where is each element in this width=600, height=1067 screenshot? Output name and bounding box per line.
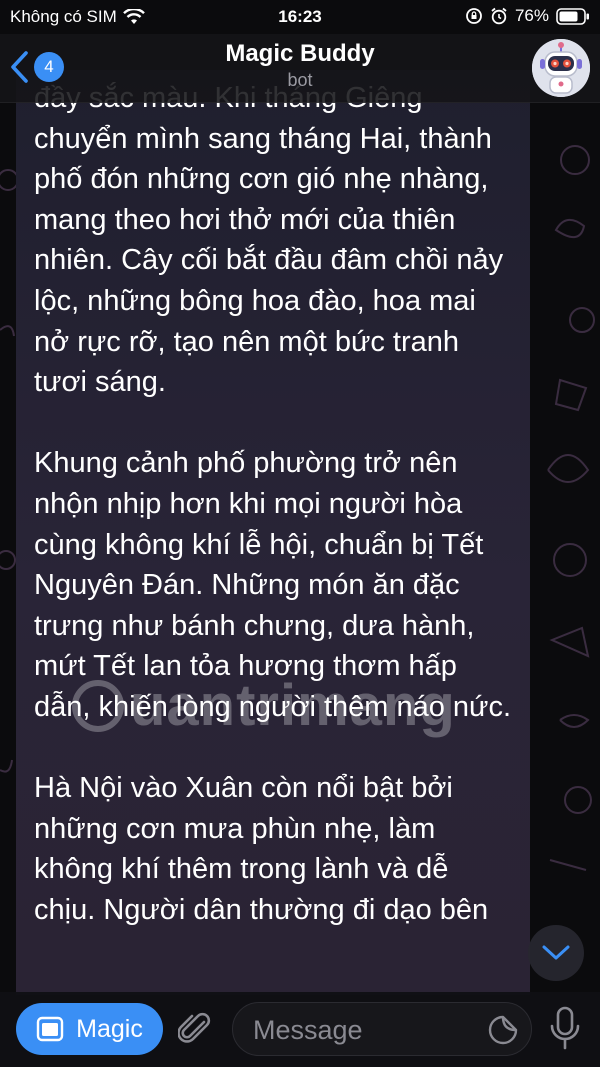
input-bar: Magic [0, 992, 600, 1067]
attach-button[interactable] [177, 1010, 214, 1053]
carrier-label: Không có SIM [10, 7, 117, 26]
chevron-left-icon [11, 51, 28, 83]
sticker-button[interactable] [487, 1014, 519, 1051]
chevron-down-icon [542, 945, 570, 960]
voice-record-button[interactable] [548, 1006, 582, 1057]
bot-menu-button[interactable]: Magic [16, 1003, 163, 1055]
chat-title-block[interactable]: Magic Buddy bot [0, 40, 600, 91]
robot-avatar[interactable] [532, 39, 590, 97]
battery-icon [556, 7, 589, 25]
message-field[interactable] [232, 1002, 532, 1057]
scroll-to-bottom-button[interactable] [528, 925, 584, 981]
status-right: 76% [465, 6, 590, 26]
menu-app-icon [36, 1016, 64, 1042]
robot-avatar-image [532, 39, 590, 97]
microphone-icon [550, 1006, 580, 1050]
paperclip-icon [177, 1012, 211, 1043]
message-input[interactable] [251, 1003, 475, 1057]
chat-header: 4 Magic Buddy bot [0, 34, 600, 103]
bot-menu-label: Magic [76, 1014, 143, 1043]
chat-title: Magic Buddy [225, 40, 375, 67]
status-left: Không có SIM [10, 7, 145, 27]
battery-percent: 76% [514, 6, 549, 25]
wifi-icon [122, 9, 145, 24]
back-button[interactable]: 4 [10, 50, 64, 84]
message-bubble[interactable]: đầy sắc màu. Khi tháng Giêng chuyển mình… [16, 70, 530, 995]
unread-count-badge: 4 [34, 52, 64, 82]
orientation-lock-icon [466, 8, 482, 24]
alarm-icon [491, 7, 507, 25]
status-bar: Không có SIM 16:23 76% [0, 0, 600, 34]
message-text: đầy sắc màu. Khi tháng Giêng chuyển mình… [34, 82, 512, 926]
chat-subtitle: bot [287, 70, 313, 90]
sticker-icon [488, 1015, 518, 1045]
